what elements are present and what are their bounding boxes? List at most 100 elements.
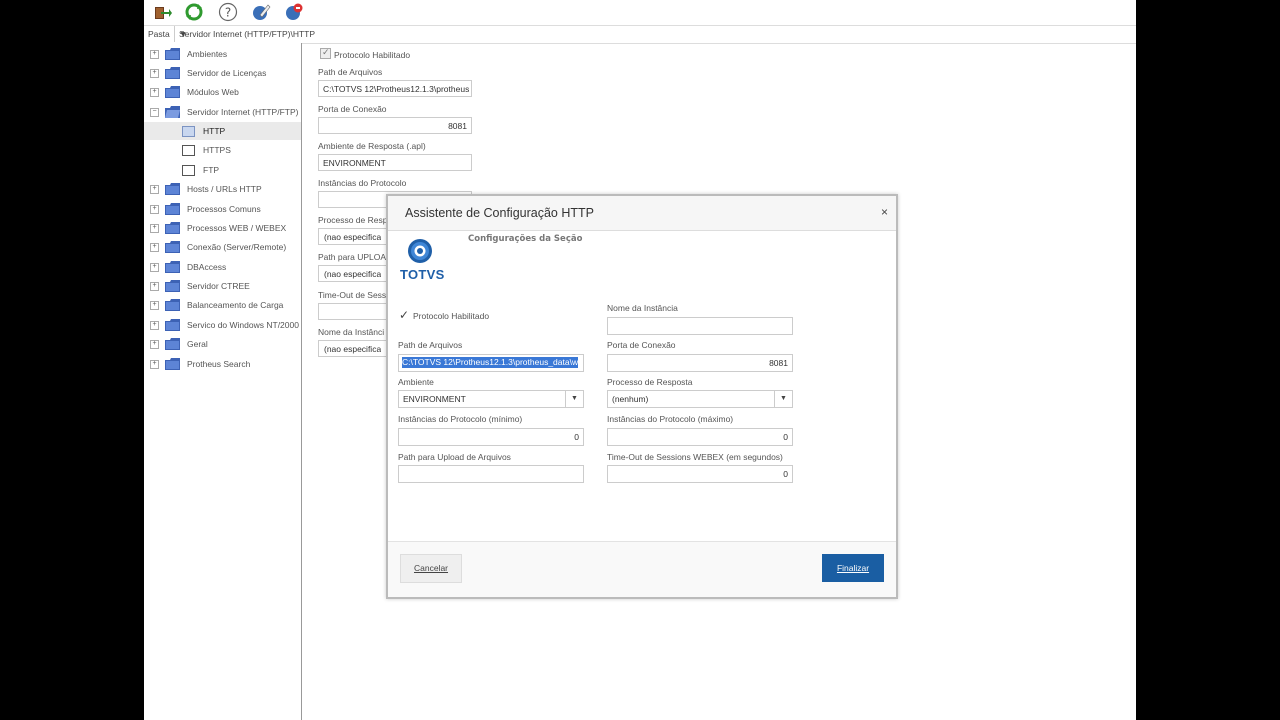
tree-item-balanceamento[interactable]: + Balanceamento de Carga <box>144 296 301 314</box>
path-arquivos-label: Path de Arquivos <box>398 340 463 350</box>
inst-min-input[interactable]: 0 <box>398 428 584 446</box>
porta-input[interactable]: 8081 <box>607 354 793 372</box>
tree-item-processos-comuns[interactable]: + Processos Comuns <box>144 200 301 218</box>
expand-icon[interactable]: + <box>150 224 159 233</box>
path-arquivos-input[interactable]: C:\TOTVS 12\Protheus12.1.3\protheus_data… <box>398 354 584 372</box>
disconnect-icon[interactable] <box>284 2 304 22</box>
path-arquivos-field[interactable]: C:\TOTVS 12\Protheus12.1.3\protheus_ <box>318 80 472 97</box>
tree-item-https[interactable]: HTTPS <box>144 141 301 159</box>
tree-item-processos-web[interactable]: + Processos WEB / WEBEX <box>144 219 301 237</box>
folder-icon <box>165 203 180 215</box>
config-wizard-dialog: Assistente de Configuração HTTP × TOTVS … <box>386 194 898 599</box>
path-bar: Pasta Servidor Internet (HTTP/FTP)\HTTP … <box>144 25 1136 44</box>
collapse-icon[interactable]: − <box>150 108 159 117</box>
page-icon <box>182 145 195 156</box>
path-arquivos-label: Path de Arquivos <box>318 67 383 77</box>
folder-icon <box>165 86 180 98</box>
folder-icon <box>165 241 180 253</box>
dialog-footer: Cancelar Finalizar <box>388 541 896 597</box>
exit-icon[interactable] <box>152 2 172 22</box>
tree-item-conexao[interactable]: + Conexão (Server/Remote) <box>144 238 301 256</box>
tree-item-hosts-urls[interactable]: + Hosts / URLs HTTP <box>144 180 301 198</box>
expand-icon[interactable]: + <box>150 205 159 214</box>
expand-icon[interactable]: + <box>150 360 159 369</box>
upload-input[interactable] <box>398 465 584 483</box>
tree-item-ambientes[interactable]: + Ambientes <box>144 45 301 63</box>
tree-item-http[interactable]: HTTP <box>144 122 301 140</box>
folder-icon <box>165 48 180 60</box>
edit-icon[interactable] <box>251 2 271 22</box>
timeout-label: Time-Out de Sessi <box>318 290 389 300</box>
timeout-label: Time-Out de Sessions WEBEX (em segundos) <box>607 452 783 462</box>
tree-item-servidor-licencas[interactable]: + Servidor de Licenças <box>144 64 301 82</box>
tree-item-servidor-internet[interactable]: − Servidor Internet (HTTP/FTP) <box>144 103 301 121</box>
expand-icon[interactable]: + <box>150 185 159 194</box>
expand-icon[interactable]: + <box>150 69 159 78</box>
config-tree: + Ambientes + Servidor de Licenças + Mód… <box>144 43 302 720</box>
expand-icon[interactable]: + <box>150 340 159 349</box>
dialog-header: Assistente de Configuração HTTP × <box>388 196 896 231</box>
upload-label: Path para Upload de Arquivos <box>398 452 511 462</box>
help-icon[interactable]: ? <box>218 2 238 22</box>
inst-max-input[interactable]: 0 <box>607 428 793 446</box>
protocolo-label: Protocolo Habilitado <box>334 50 411 60</box>
tree-item-servidor-ctree[interactable]: + Servidor CTREE <box>144 277 301 295</box>
tree-item-protheus-search[interactable]: + Protheus Search <box>144 355 301 373</box>
cancel-button[interactable]: Cancelar <box>400 554 462 583</box>
ambiente-field[interactable]: ENVIRONMENT <box>318 154 472 171</box>
path-select[interactable]: Servidor Internet (HTTP/FTP)\HTTP ▼ <box>174 26 1136 42</box>
tree-item-geral[interactable]: + Geral <box>144 335 301 353</box>
timeout-input[interactable]: 0 <box>607 465 793 483</box>
expand-icon[interactable]: + <box>150 321 159 330</box>
totvs-logo-text: TOTVS <box>400 267 445 282</box>
expand-icon[interactable]: + <box>150 88 159 97</box>
expand-icon[interactable]: + <box>150 263 159 272</box>
chevron-down-icon[interactable]: ▼ <box>774 391 792 407</box>
expand-icon[interactable]: + <box>150 50 159 59</box>
refresh-icon[interactable] <box>184 2 204 22</box>
expand-icon[interactable]: + <box>150 243 159 252</box>
folder-icon <box>165 222 180 234</box>
chevron-down-icon[interactable]: ▼ <box>179 29 1134 39</box>
nome-instancia-label: Nome da Instância <box>607 303 678 313</box>
expand-icon[interactable]: + <box>150 301 159 310</box>
processo-label: Processo de Resp <box>318 215 388 225</box>
porta-field[interactable]: 8081 <box>318 117 472 134</box>
nome-instancia-input[interactable] <box>607 317 793 335</box>
ambiente-select[interactable]: ENVIRONMENT ▼ <box>398 390 584 408</box>
tree-item-ftp[interactable]: FTP <box>144 161 301 179</box>
folder-icon <box>165 358 180 370</box>
path-label: Pasta <box>148 29 170 39</box>
ambiente-label: Ambiente de Resposta (.apl) <box>318 141 426 151</box>
inst-max-label: Instâncias do Protocolo (máximo) <box>607 414 734 424</box>
folder-icon <box>165 280 180 292</box>
folder-icon <box>165 183 180 195</box>
ambiente-label: Ambiente <box>398 377 434 387</box>
folder-icon <box>165 299 180 311</box>
page-icon <box>182 165 195 176</box>
instancias-label: Instâncias do Protocolo <box>318 178 407 188</box>
svg-text:?: ? <box>225 6 231 20</box>
close-icon[interactable]: × <box>881 205 888 219</box>
protocolo-label: Protocolo Habilitado <box>413 311 490 321</box>
porta-label: Porta de Conexão <box>318 104 387 114</box>
tree-item-modulos-web[interactable]: + Módulos Web <box>144 83 301 101</box>
processo-select[interactable]: (nenhum) ▼ <box>607 390 793 408</box>
folder-icon <box>165 338 180 350</box>
protocolo-checkbox-bg[interactable] <box>320 47 331 59</box>
expand-icon[interactable]: + <box>150 282 159 291</box>
section-title: Configurações da Seção <box>468 234 583 244</box>
folder-icon <box>165 67 180 79</box>
processo-label: Processo de Resposta <box>607 377 693 387</box>
chevron-down-icon[interactable]: ▼ <box>565 391 583 407</box>
nome-label: Nome da Instânci <box>318 327 385 337</box>
protocolo-checkbox[interactable] <box>399 308 409 322</box>
toolbar: ? <box>144 0 1136 24</box>
folder-icon <box>165 261 180 273</box>
dialog-title: Assistente de Configuração HTTP <box>405 206 594 220</box>
inst-min-label: Instâncias do Protocolo (mínimo) <box>398 414 523 424</box>
page-icon <box>182 126 195 137</box>
tree-item-dbaccess[interactable]: + DBAccess <box>144 258 301 276</box>
finish-button[interactable]: Finalizar <box>822 554 884 582</box>
tree-item-servico-windows[interactable]: + Servico do Windows NT/2000 <box>144 316 301 334</box>
